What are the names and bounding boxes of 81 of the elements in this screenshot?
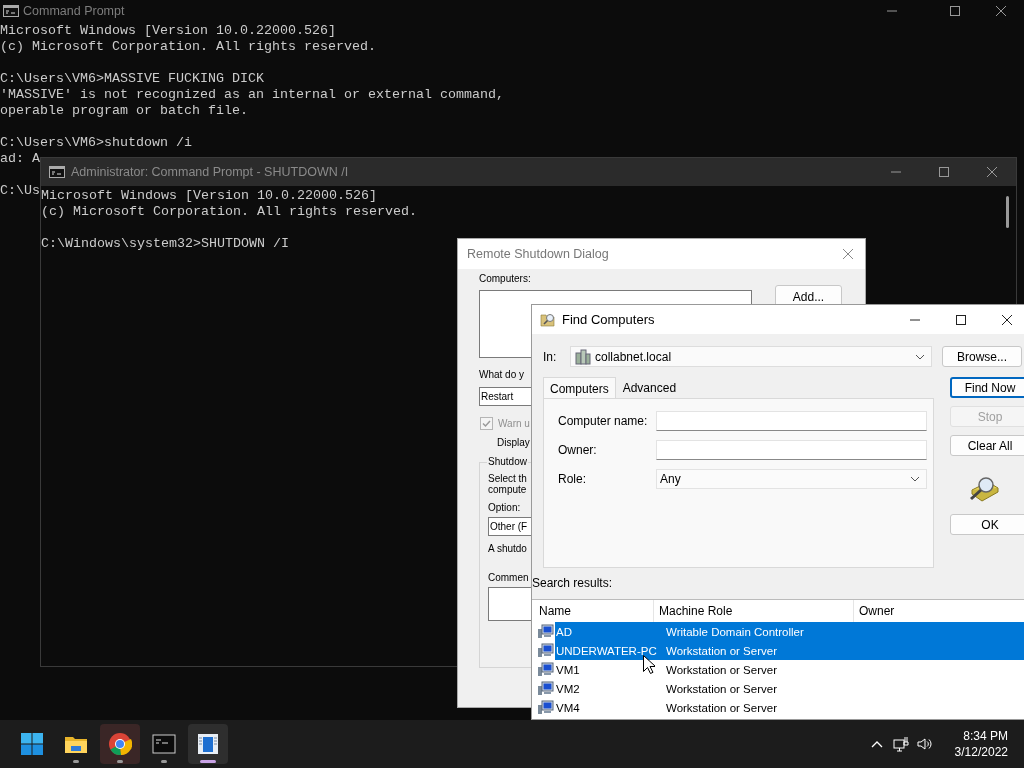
terminal-line: (c) Microsoft Corporation. All rights reserved. xyxy=(41,204,417,220)
clock-time[interactable]: 8:34 PM xyxy=(963,728,1008,744)
terminal-line: C:\Users\VM6>shutdown /i xyxy=(0,135,192,151)
volume-icon[interactable] xyxy=(916,736,933,752)
running-indicator xyxy=(161,760,167,763)
window-icon xyxy=(196,732,220,756)
table-cell[interactable]: VM1 xyxy=(555,660,660,679)
terminal-line: C:\Us xyxy=(0,183,40,199)
table-cell[interactable]: AD xyxy=(555,622,660,641)
role-select[interactable]: Any xyxy=(656,469,927,489)
computer-icon xyxy=(538,699,554,716)
table-cell[interactable]: Writable Domain Controller xyxy=(660,622,1024,641)
input-field[interactable] xyxy=(656,411,927,431)
tab[interactable]: Computers xyxy=(543,377,616,398)
field-label: Owner: xyxy=(558,443,598,457)
dialog-title: Remote Shutdown Dialog xyxy=(467,247,609,261)
cursor-icon xyxy=(643,655,655,674)
window-title: Administrator: Command Prompt - SHUTDOWN /I xyxy=(71,165,349,179)
window-title: Find Computers xyxy=(562,312,655,327)
terminal-line: C:\Windows\system32>SHUTDOWN /I xyxy=(41,236,289,252)
terminal-line: ad: A xyxy=(0,151,40,167)
action-button[interactable]: Find Now xyxy=(950,377,1024,398)
browser-icon xyxy=(108,732,132,756)
browse-button[interactable]: Browse... xyxy=(942,346,1022,367)
maximize-icon[interactable] xyxy=(949,5,961,17)
scrollbar[interactable] xyxy=(1006,196,1009,228)
field-label: Commen xyxy=(488,572,529,583)
windows-logo-icon xyxy=(20,732,44,756)
close-icon[interactable] xyxy=(1001,313,1013,326)
domain-select[interactable]: collabnet.local xyxy=(570,346,932,367)
field-label: Display xyxy=(497,437,530,448)
table-cell[interactable]: UNDERWATER-PC xyxy=(555,641,660,660)
folder-search-icon xyxy=(540,311,556,328)
table-cell[interactable]: Workstation or Server xyxy=(660,641,1024,660)
chevron-down-icon xyxy=(910,476,920,482)
computer-icon xyxy=(538,680,554,697)
group-title: Shutdow xyxy=(487,456,528,467)
section-label: Search results: xyxy=(532,575,613,590)
running-indicator xyxy=(117,760,123,763)
field-label: Role: xyxy=(558,472,587,486)
table-cell[interactable]: VM4 xyxy=(555,698,660,717)
table-cell[interactable]: Workstation or Server xyxy=(660,660,1024,679)
chevron-down-icon xyxy=(915,353,925,360)
terminal-line: 'MASSIVE' is not recognized as an internal or external command, xyxy=(0,87,504,103)
terminal-line: operable program or batch file. xyxy=(0,103,248,119)
terminal-line: Microsoft Windows [Version 10.0.22000.526] xyxy=(41,188,377,204)
field-label: In: xyxy=(543,349,558,364)
terminal-line: (c) Microsoft Corporation. All rights reserved. xyxy=(0,39,376,55)
terminal-icon xyxy=(152,732,176,756)
running-indicator xyxy=(73,760,79,763)
computer-icon xyxy=(538,623,554,640)
network-icon[interactable] xyxy=(892,736,909,752)
window-title: Command Prompt xyxy=(23,4,125,18)
description-text: compute xyxy=(488,484,527,495)
field-label: Computer name: xyxy=(558,414,649,428)
terminal-line: Microsoft Windows [Version 10.0.22000.526] xyxy=(0,23,336,39)
taskbar-button[interactable] xyxy=(188,724,228,764)
table-cell[interactable]: Workstation or Server xyxy=(660,698,1024,717)
computer-icon xyxy=(538,642,554,659)
column-header[interactable]: Owner xyxy=(854,600,1024,622)
running-indicator xyxy=(200,760,216,763)
table-cell[interactable]: Workstation or Server xyxy=(660,679,1024,698)
ok-button[interactable]: OK xyxy=(950,514,1024,535)
domain-icon xyxy=(575,348,591,365)
terminal-icon xyxy=(49,164,65,180)
maximize-icon[interactable] xyxy=(955,313,967,326)
computer-icon xyxy=(538,661,554,678)
description-text: Select th xyxy=(488,473,527,484)
close-icon[interactable] xyxy=(995,5,1007,17)
field-label: Computers: xyxy=(479,273,531,284)
terminal-line: C:\Users\VM6>MASSIVE FUCKING DICK xyxy=(0,71,264,87)
checkbox-label: Warn u xyxy=(498,418,530,429)
taskbar-button[interactable] xyxy=(100,724,140,764)
note-text: A shutdo xyxy=(488,543,527,554)
clock-date[interactable]: 3/12/2022 xyxy=(954,744,1008,760)
terminal-icon xyxy=(3,3,19,19)
input-field[interactable] xyxy=(656,440,927,460)
table-cell[interactable]: VM2 xyxy=(555,679,660,698)
action-button[interactable]: Clear All xyxy=(950,435,1024,456)
field-label: What do y xyxy=(479,369,525,380)
field-label: Option: xyxy=(488,502,521,513)
